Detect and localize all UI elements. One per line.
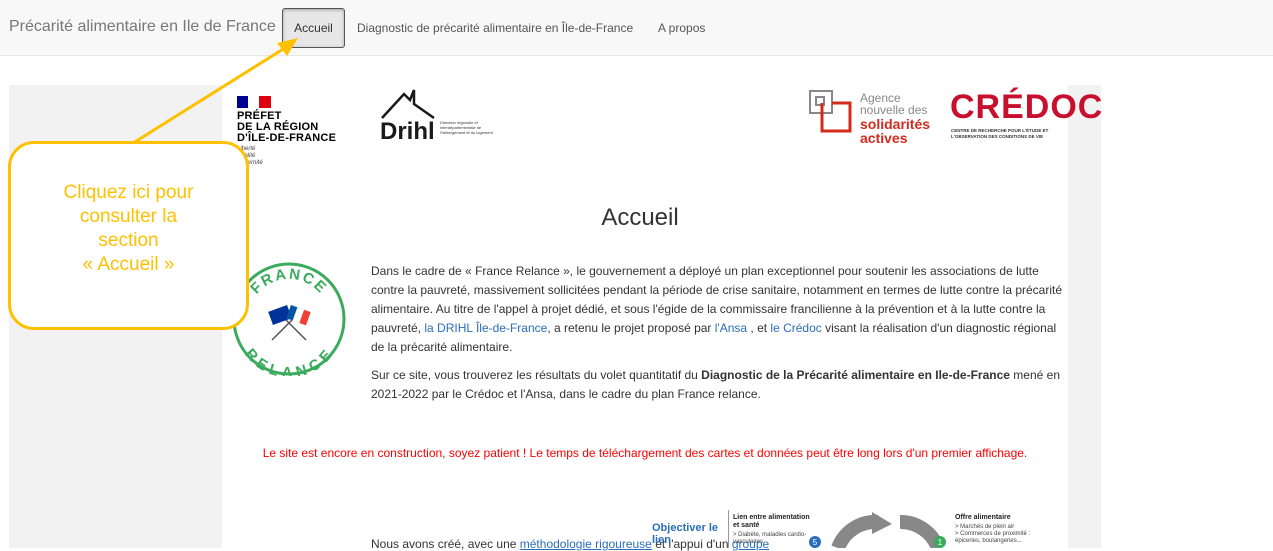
navbar-brand[interactable]: Précarité alimentaire en Ile de France <box>9 18 276 36</box>
marianne-flag-icon <box>237 96 271 108</box>
credoc-logo-name: CRÉDOC <box>950 88 1104 126</box>
credoc-logo-subtitle: CENTRE DE RECHERCHE POUR L'ÉTUDE ET L'OB… <box>951 128 1048 140</box>
lien-head-1: Lien entre alimentation <box>733 514 810 521</box>
navbar: Précarité alimentaire en Ile de France A… <box>0 0 1273 56</box>
ansa-line-2: nouvelle des <box>860 103 928 117</box>
objective-line-2: lien <box>652 534 671 546</box>
objective-line-1: Objectiver le <box>652 522 719 534</box>
ansa-logo-text: Agence nouvelle des <box>860 92 927 116</box>
construction-warning: Le site est encore en construction, soye… <box>262 446 1028 460</box>
infographic-lien-head: Lien entre alimentation et santé <box>733 514 810 530</box>
page-title: Accueil <box>601 204 679 231</box>
credoc-link[interactable]: le Crédoc <box>770 321 821 335</box>
ansa-logo-bold: solidarités actives <box>860 117 930 145</box>
nav-tab-apropos[interactable]: A propos <box>658 21 705 35</box>
intro-paragraph: Dans le cadre de « France Relance », le … <box>371 262 1071 357</box>
results-bold: Diagnostic de la Précarité alimentaire e… <box>701 368 1010 382</box>
methodology-link[interactable]: méthodologie rigoureuse <box>520 537 652 551</box>
prefet-line-3: D'ÎLE-DE-FRANCE <box>237 132 337 144</box>
nav-tab-accueil-label: Accueil <box>294 21 333 35</box>
ansa-logo-icon <box>809 90 852 133</box>
credoc-sub-2: L'OBSERVATION DES CONDITIONS DE VIE <box>951 134 1044 139</box>
drihl-roof-icon <box>381 89 435 120</box>
cycle-num-left: 5 <box>813 538 818 547</box>
callout-text: Cliquez ici pour consulter la section « … <box>11 181 246 277</box>
drihl-link[interactable]: la DRIHL Île-de-France <box>424 321 547 335</box>
ansa-bold-1: solidarités <box>860 116 931 132</box>
prefet-logo-text: PRÉFET DE LA RÉGION D'ÎLE-DE-FRANCE <box>237 111 336 144</box>
lien-item-1: > Diabète, maladies cardio- <box>733 532 807 538</box>
callout-line-2: consulter la <box>79 206 178 227</box>
infographic-lien-items: > Diabète, maladies cardio- vasculaires <box>733 532 806 546</box>
callout-line-4: « Accueil » <box>82 254 175 275</box>
infographic-divider <box>728 510 729 548</box>
cycle-num-right: 1 <box>938 538 943 547</box>
infographic-offre-head: Offre alimentaire <box>955 514 1011 521</box>
nav-tab-accueil[interactable]: Accueil <box>282 8 345 48</box>
method-text-1: Nous avons créé, avec une <box>371 537 520 551</box>
offre-item-1: > Marchés de plein air <box>955 524 1015 530</box>
results-paragraph: Sur ce site, vous trouverez les résultat… <box>371 366 1071 404</box>
intro-text-2: , a retenu le projet proposé par <box>547 321 715 335</box>
lien-head-2: et santé <box>733 522 760 529</box>
infographic-objective: Objectiver le lien <box>652 522 718 546</box>
results-text-1: Sur ce site, vous trouverez les résultat… <box>371 368 702 382</box>
callout-line-1: Cliquez ici pour <box>63 182 194 203</box>
ansa-link[interactable]: l'Ansa <box>715 321 747 335</box>
offre-item-2: > Commerces de proximité : <box>955 531 1031 537</box>
lien-item-2: vasculaires <box>733 539 764 545</box>
drihl-logo-subtitle: Direction régionale et interdépartementa… <box>440 120 493 135</box>
infographic-cycle: 5 1 <box>809 512 946 548</box>
ansa-bold-2: actives <box>860 130 908 146</box>
offre-item-3: épiceries, boulangeries... <box>955 538 1022 544</box>
drihl-logo-name: Drihl <box>380 118 435 145</box>
intro-text-3: , et <box>747 321 771 335</box>
infographic-offre-items: > Marchés de plein air > Commerces de pr… <box>955 524 1030 545</box>
callout-line-3: section <box>98 230 159 251</box>
accueil-callout: Cliquez ici pour consulter la section « … <box>8 141 249 330</box>
nav-tab-diagnostic[interactable]: Diagnostic de précarité alimentaire en Î… <box>357 21 633 35</box>
